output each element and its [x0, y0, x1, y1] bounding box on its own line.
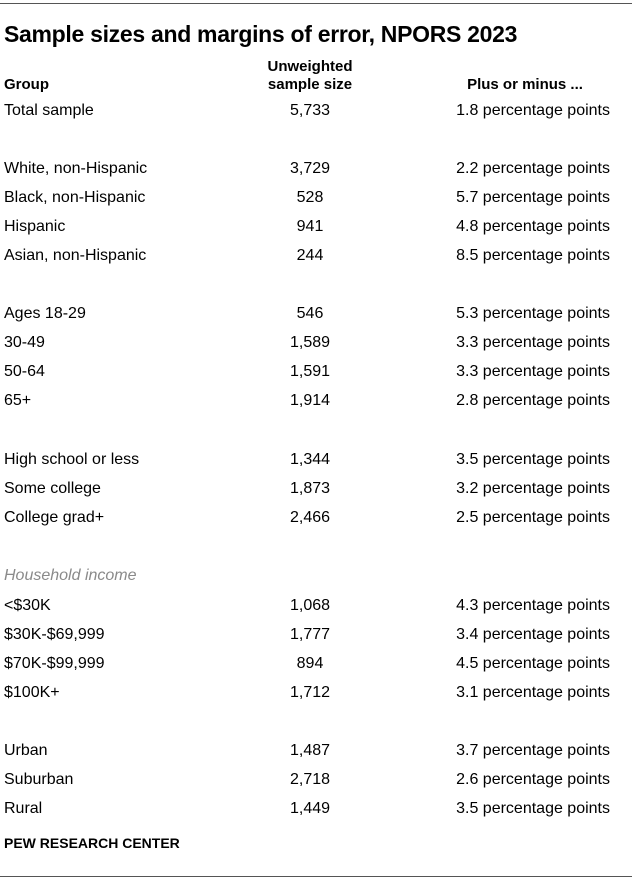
row-sample-size: 1,068: [289, 597, 331, 614]
row-margin-of-error: 4.5 percentage points: [456, 655, 610, 672]
row-margin-of-error: 3.3 percentage points: [456, 334, 610, 351]
row-margin-of-error: 3.1 percentage points: [456, 684, 610, 701]
row-group-label: $30K-$69,999: [4, 626, 105, 643]
row-sample-size: 5,733: [289, 102, 331, 119]
row-sample-size: 3,729: [289, 160, 331, 177]
bottom-rule: [0, 876, 632, 877]
row-group-label: Some college: [4, 480, 101, 497]
row-sample-size: 528: [296, 189, 324, 206]
header-sample-line1: Unweighted: [267, 58, 353, 75]
table-row: <$30K 1,068 4.3 percentage points: [0, 596, 632, 625]
table-row: Suburban 2,718 2.6 percentage points: [0, 770, 632, 799]
row-margin-of-error: 3.3 percentage points: [456, 363, 610, 380]
row-sample-size: 1,591: [289, 363, 331, 380]
table-row: Some college 1,873 3.2 percentage points: [0, 479, 632, 508]
table-row: Ages 18-29 546 5.3 percentage points: [0, 304, 632, 333]
row-margin-of-error: 1.8 percentage points: [456, 102, 610, 119]
table-row: Asian, non-Hispanic 244 8.5 percentage poi…: [0, 246, 632, 275]
table-row: $30K-$69,999 1,777 3.4 percentage points: [0, 625, 632, 654]
table-row: Rural 1,449 3.5 percentage points: [0, 799, 632, 828]
row-sample-size: 2,718: [289, 771, 331, 788]
row-sample-size: 546: [296, 305, 324, 322]
table-row: $100K+ 1,712 3.1 percentage points: [0, 683, 632, 712]
table-row: High school or less 1,344 3.5 percentage p…: [0, 450, 632, 479]
row-margin-of-error: 5.7 percentage points: [456, 189, 610, 206]
row-group-label: College grad+: [4, 509, 105, 526]
table-row: 30-49 1,589 3.3 percentage points: [0, 333, 632, 362]
table-row: College grad+ 2,466 2.5 percentage points: [0, 508, 632, 537]
table-row: 65+ 1,914 2.8 percentage points: [0, 391, 632, 420]
row-group-label: Hispanic: [4, 218, 66, 235]
table-row: Hispanic 941 4.8 percentage points: [0, 217, 632, 246]
row-group-label: 65+: [4, 392, 32, 409]
row-sample-size: 244: [296, 247, 324, 264]
row-sample-size: 1,449: [289, 800, 331, 817]
row-margin-of-error: 3.2 percentage points: [456, 480, 610, 497]
row-sample-size: 1,712: [289, 684, 331, 701]
row-margin-of-error: 3.5 percentage points: [456, 451, 610, 468]
header-sample-size: Unweighted sample size: [240, 58, 380, 94]
row-margin-of-error: 2.2 percentage points: [456, 160, 610, 177]
row-sample-size: 1,589: [289, 334, 331, 351]
row-margin-of-error: 4.8 percentage points: [456, 218, 610, 235]
row-group-label: $100K+: [4, 684, 60, 701]
row-margin-of-error: 2.6 percentage points: [456, 771, 610, 788]
row-sample-size: 1,873: [289, 480, 331, 497]
row-group-label: Rural: [4, 800, 43, 817]
row-group-label: $70K-$99,999: [4, 655, 105, 672]
row-group-label: High school or less: [4, 451, 140, 468]
row-margin-of-error: 4.3 percentage points: [456, 597, 610, 614]
row-group-label: 30-49: [4, 334, 45, 351]
row-group-label: <$30K: [4, 597, 51, 614]
table-row: $70K-$99,999 894 4.5 percentage points: [0, 654, 632, 683]
row-sample-size: 941: [296, 218, 324, 235]
table-row: Urban 1,487 3.7 percentage points: [0, 741, 632, 770]
header-sample-line2: sample size: [267, 76, 353, 93]
header-margin: Plus or minus ...: [467, 76, 583, 93]
row-sample-size: 894: [296, 655, 324, 672]
section-label-household-income: Household income: [4, 567, 137, 584]
row-group-label: Urban: [4, 742, 48, 759]
row-group-label: Asian, non-Hispanic: [4, 247, 147, 264]
row-margin-of-error: 2.5 percentage points: [456, 509, 610, 526]
row-group-label: 50-64: [4, 363, 45, 380]
row-sample-size: 1,914: [289, 392, 331, 409]
table-row: 50-64 1,591 3.3 percentage points: [0, 362, 632, 391]
footer-source: PEW RESEARCH CENTER: [4, 835, 180, 851]
row-margin-of-error: 3.7 percentage points: [456, 742, 610, 759]
row-group-label: Total sample: [4, 102, 94, 119]
row-group-label: Black, non-Hispanic: [4, 189, 146, 206]
top-rule: [0, 3, 632, 4]
row-margin-of-error: 2.8 percentage points: [456, 392, 610, 409]
row-group-label: Suburban: [4, 771, 74, 788]
table-row: Total sample 5,733 1.8 percentage points: [0, 101, 632, 130]
header-group: Group: [4, 76, 49, 93]
table-row: Black, non-Hispanic 528 5.7 percentage poi…: [0, 188, 632, 217]
row-margin-of-error: 3.5 percentage points: [456, 800, 610, 817]
row-sample-size: 1,777: [289, 626, 331, 643]
row-group-label: Ages 18-29: [4, 305, 86, 322]
row-margin-of-error: 8.5 percentage points: [456, 247, 610, 264]
row-margin-of-error: 3.4 percentage points: [456, 626, 610, 643]
table-row: White, non-Hispanic 3,729 2.2 percentage p…: [0, 159, 632, 188]
row-group-label: White, non-Hispanic: [4, 160, 148, 177]
page-title: Sample sizes and margins of error, NPORS…: [4, 21, 518, 47]
row-sample-size: 1,487: [289, 742, 331, 759]
row-margin-of-error: 5.3 percentage points: [456, 305, 610, 322]
row-sample-size: 1,344: [289, 451, 331, 468]
row-sample-size: 2,466: [289, 509, 331, 526]
